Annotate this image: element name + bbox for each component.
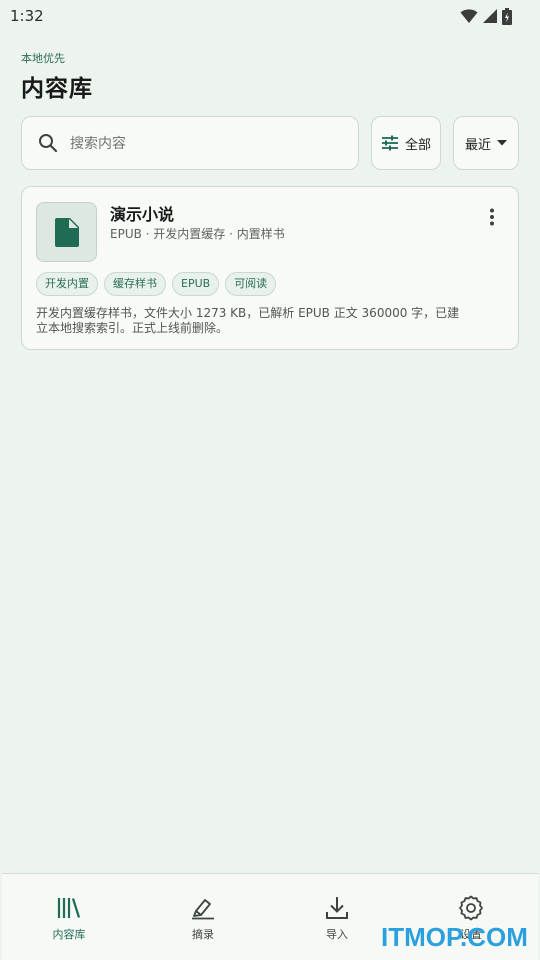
tag-chip[interactable]: 缓存样书: [104, 272, 166, 296]
status-time: 1:32: [10, 7, 44, 25]
file-icon: [54, 217, 79, 247]
filter-button[interactable]: 全部: [371, 116, 441, 170]
settings-icon: [459, 895, 483, 921]
wifi-icon: [460, 9, 478, 23]
status-bar: 1:32: [0, 0, 540, 32]
chevron-down-icon: [497, 140, 507, 146]
download-icon: [326, 897, 348, 919]
card-title: 演示小说: [110, 205, 175, 224]
more-options-button[interactable]: [480, 205, 504, 229]
search-input[interactable]: 搜索内容: [21, 116, 359, 170]
library-icon: [57, 898, 81, 918]
content-card[interactable]: 演示小说 EPUB · 开发内置缓存 · 内置样书 开发内置 缓存样书 EPUB…: [21, 186, 519, 350]
page-header: 本地优先 内容库: [21, 52, 93, 103]
tag-chip[interactable]: 可阅读: [225, 272, 277, 296]
highlight-icon: [192, 899, 214, 920]
card-meta: EPUB · 开发内置缓存 · 内置样书: [110, 227, 285, 241]
nav-label: 摘录: [192, 928, 214, 941]
nav-item-library[interactable]: 内容库: [2, 874, 136, 960]
more-vert-icon: [490, 208, 494, 226]
watermark: ITMOP.COM: [381, 922, 528, 952]
search-icon: [39, 134, 58, 153]
tag-chip[interactable]: 开发内置: [36, 272, 98, 296]
signal-icon: [483, 9, 497, 23]
tune-icon: [381, 135, 398, 151]
search-placeholder: 搜索内容: [70, 136, 126, 152]
page-subtitle: 本地优先: [21, 52, 65, 65]
card-thumbnail: [36, 202, 97, 262]
card-description: 开发内置缓存样书，文件大小 1273 KB，已解析 EPUB 正文 360000…: [36, 306, 460, 335]
nav-label: 导入: [326, 928, 348, 941]
battery-icon: [502, 7, 512, 25]
tag-list: 开发内置 缓存样书 EPUB 可阅读: [36, 272, 277, 296]
tag-chip[interactable]: EPUB: [172, 272, 220, 296]
filter-label: 全部: [404, 137, 431, 153]
sort-dropdown[interactable]: 最近: [453, 116, 519, 170]
page-title: 内容库: [21, 76, 93, 102]
sort-label: 最近: [464, 137, 491, 153]
nav-label: 内容库: [52, 928, 86, 941]
nav-item-excerpts[interactable]: 摘录: [136, 874, 270, 960]
status-icons: [460, 7, 512, 25]
